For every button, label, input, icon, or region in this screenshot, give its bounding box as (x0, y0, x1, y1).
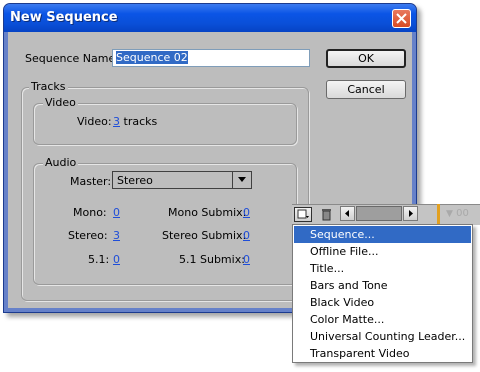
playhead-marker (437, 204, 440, 224)
menu-item-bars-and-tone[interactable]: Bars and Tone (294, 277, 471, 294)
tracks-group-label: Tracks (29, 80, 68, 93)
close-icon (396, 13, 407, 24)
dialog-title: New Sequence (10, 10, 118, 25)
timecode-value: 00 (456, 208, 469, 219)
audio-group-label: Audio (43, 156, 79, 169)
five-one-label: 5.1: (88, 253, 110, 266)
menu-item-black-video[interactable]: Black Video (294, 294, 471, 311)
new-item-menu: Sequence... Offline File... Title... Bar… (292, 224, 473, 363)
close-button[interactable] (392, 9, 411, 28)
video-group (33, 103, 297, 145)
new-item-button[interactable] (294, 207, 312, 222)
arrow-right-icon (409, 210, 413, 217)
ok-button[interactable]: OK (326, 49, 406, 68)
menu-item-transparent-video[interactable]: Transparent Video (294, 345, 471, 362)
menu-item-universal-counting-leader[interactable]: Universal Counting Leader... (294, 328, 471, 345)
delete-button[interactable] (319, 207, 334, 222)
stereo-value[interactable]: 3 (113, 229, 120, 242)
video-group-label: Video (43, 96, 78, 109)
title-bar[interactable]: New Sequence (4, 4, 416, 32)
mono-label: Mono: (73, 206, 107, 219)
sequence-name-field[interactable]: Sequence 02 (112, 49, 310, 67)
toolbar-scrollbar[interactable] (356, 206, 402, 221)
cancel-button[interactable]: Cancel (326, 80, 406, 99)
stereo-submix-value[interactable]: 0 (243, 229, 250, 242)
mono-submix-value[interactable]: 0 (243, 206, 250, 219)
five-one-submix-value[interactable]: 0 (243, 253, 250, 266)
menu-item-offline-file[interactable]: Offline File... (294, 243, 471, 260)
five-one-value[interactable]: 0 (113, 253, 120, 266)
arrow-left-icon (345, 210, 349, 217)
menu-item-color-matte[interactable]: Color Matte... (294, 311, 471, 328)
master-select-value: Stereo (117, 174, 153, 187)
chevron-down-icon[interactable] (232, 172, 251, 188)
trash-icon (322, 209, 331, 221)
video-tracks-unit: tracks (123, 115, 158, 128)
scroll-right-button[interactable] (403, 206, 418, 221)
sequence-name-value: Sequence 02 (116, 51, 188, 64)
stereo-submix-label: Stereo Submix: (162, 229, 247, 242)
five-one-submix-label: 5.1 Submix: (179, 253, 245, 266)
video-tracks-value: 3 tracks (113, 115, 157, 128)
master-select[interactable]: Stereo (112, 171, 252, 189)
timecode: ▼ 00 (446, 208, 469, 219)
menu-item-title[interactable]: Title... (294, 260, 471, 277)
sequence-name-label: Sequence Name: (25, 52, 119, 65)
scroll-left-button[interactable] (340, 206, 355, 221)
video-tracks-label: Video: (77, 115, 112, 128)
video-tracks-count[interactable]: 3 (113, 115, 120, 128)
menu-item-sequence[interactable]: Sequence... (294, 226, 471, 243)
master-label: Master: (70, 175, 112, 188)
mono-submix-label: Mono Submix: (168, 206, 247, 219)
mono-value[interactable]: 0 (113, 206, 120, 219)
stereo-label: Stereo: (68, 229, 108, 242)
new-item-icon (297, 209, 309, 219)
